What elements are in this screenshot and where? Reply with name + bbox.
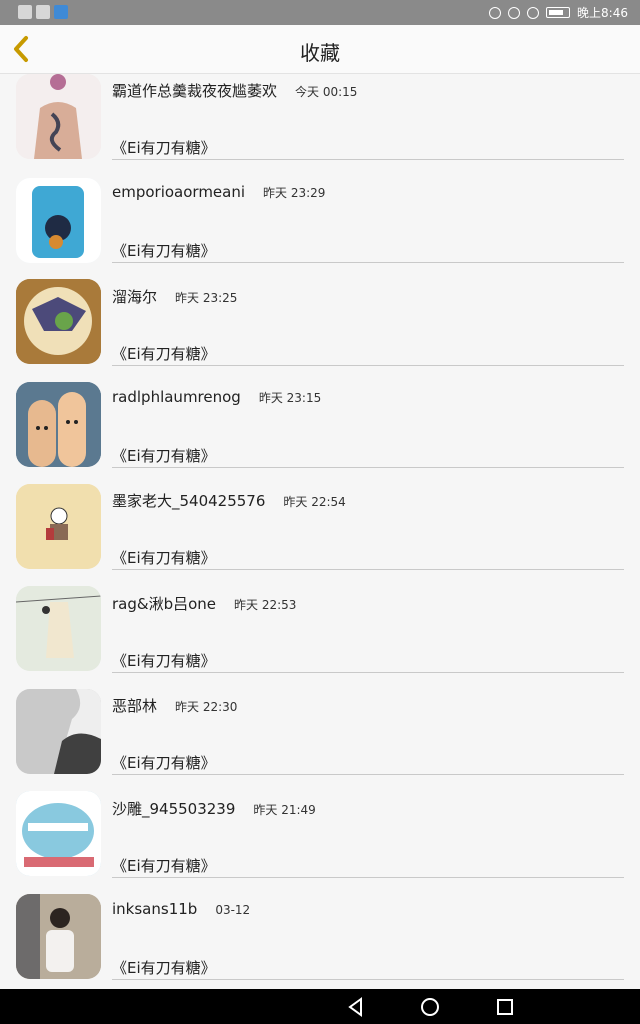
item-meta: rag&湫b吕one 昨天 22:53 <box>112 593 296 615</box>
favorites-list: 霸道作总羹裁夜夜尴萎欢 今天 00:15 《Ei有刀有糖》 emporioaor… <box>0 73 640 989</box>
battery-icon <box>546 7 571 18</box>
avatar[interactable] <box>16 586 101 671</box>
list-item[interactable]: emporioaormeani 昨天 23:29 《Ei有刀有糖》 <box>0 176 640 278</box>
avatar-image <box>16 484 101 569</box>
list-item[interactable]: 恶部林 昨天 22:30 《Ei有刀有糖》 <box>0 688 640 790</box>
system-nav-bar <box>0 989 640 1024</box>
item-meta: radlphlaumrenog 昨天 23:15 <box>112 388 321 410</box>
item-name[interactable]: 霸道作总羹裁夜夜尴萎欢 <box>112 80 277 101</box>
page-title: 收藏 <box>300 41 340 65</box>
item-time: 昨天 22:30 <box>175 700 238 714</box>
avatar[interactable] <box>16 791 101 876</box>
location-icon <box>508 6 521 19</box>
row-divider <box>112 262 624 263</box>
item-meta: 恶部林 昨天 22:30 <box>112 695 237 717</box>
item-meta: 沙雕_945503239 昨天 21:49 <box>112 798 316 820</box>
item-subtitle[interactable]: 《Ei有刀有糖》 <box>112 137 216 158</box>
item-name[interactable]: rag&湫b吕one <box>112 593 216 614</box>
item-time: 昨天 23:15 <box>258 391 322 405</box>
row-divider <box>112 159 624 160</box>
list-item[interactable]: radlphlaumrenog 昨天 23:15 《Ei有刀有糖》 <box>0 381 640 483</box>
mute-icon <box>527 6 540 19</box>
avatar[interactable] <box>16 894 101 979</box>
item-time: 昨天 21:49 <box>253 803 316 817</box>
item-subtitle[interactable]: 《Ei有刀有糖》 <box>112 445 216 466</box>
item-meta: inksans11b 03-12 <box>112 900 250 922</box>
list-item[interactable]: 溜海尔 昨天 23:25 《Ei有刀有糖》 <box>0 279 640 381</box>
avatar[interactable] <box>16 382 101 467</box>
status-time: 晚上8:46 <box>577 6 628 20</box>
row-divider <box>112 979 624 980</box>
avatar-image <box>16 791 101 876</box>
item-time: 03-12 <box>215 903 251 917</box>
avatar-image <box>16 74 101 159</box>
row-divider <box>112 672 624 673</box>
list-item[interactable]: 沙雕_945503239 昨天 21:49 《Ei有刀有糖》 <box>0 791 640 893</box>
status-left-icons <box>18 5 68 19</box>
item-meta: 霸道作总羹裁夜夜尴萎欢 今天 00:15 <box>112 80 357 102</box>
item-meta: 溜海尔 昨天 23:25 <box>112 286 237 308</box>
item-name[interactable]: 沙雕_945503239 <box>112 798 235 819</box>
row-divider <box>112 569 624 570</box>
triangle-back-icon[interactable] <box>344 995 368 1019</box>
item-name[interactable]: 溜海尔 <box>112 286 157 307</box>
row-divider <box>112 877 624 878</box>
item-subtitle[interactable]: 《Ei有刀有糖》 <box>112 957 216 978</box>
list-item[interactable]: rag&湫b吕one 昨天 22:53 《Ei有刀有糖》 <box>0 586 640 688</box>
item-subtitle[interactable]: 《Ei有刀有糖》 <box>112 855 216 876</box>
row-divider <box>112 774 624 775</box>
status-bar: 晚上8:46 <box>0 0 640 25</box>
avatar-image <box>16 279 101 364</box>
notification-icon <box>36 5 50 19</box>
row-divider <box>112 467 624 468</box>
item-name[interactable]: radlphlaumrenog <box>112 388 241 406</box>
avatar-image <box>16 689 101 774</box>
item-time: 昨天 23:29 <box>263 186 326 200</box>
item-time: 昨天 22:53 <box>234 598 297 612</box>
top-bar: 收藏 <box>0 25 640 74</box>
item-time: 昨天 23:25 <box>175 291 238 305</box>
square-recents-icon[interactable] <box>493 995 517 1019</box>
item-subtitle[interactable]: 《Ei有刀有糖》 <box>112 343 216 364</box>
avatar[interactable] <box>16 279 101 364</box>
list-item[interactable]: 霸道作总羹裁夜夜尴萎欢 今天 00:15 《Ei有刀有糖》 <box>0 73 640 175</box>
avatar[interactable] <box>16 74 101 159</box>
status-right-icons: 晚上8:46 <box>489 4 628 21</box>
item-subtitle[interactable]: 《Ei有刀有糖》 <box>112 752 216 773</box>
item-meta: 墨家老大_540425576 昨天 22:54 <box>112 490 346 512</box>
list-item[interactable]: 墨家老大_540425576 昨天 22:54 《Ei有刀有糖》 <box>0 483 640 585</box>
avatar-image <box>16 178 101 263</box>
app-icon <box>54 5 68 19</box>
item-time: 昨天 22:54 <box>283 495 346 509</box>
item-subtitle[interactable]: 《Ei有刀有糖》 <box>112 650 216 671</box>
item-name[interactable]: 恶部林 <box>112 695 157 716</box>
avatar[interactable] <box>16 484 101 569</box>
item-subtitle[interactable]: 《Ei有刀有糖》 <box>112 547 216 568</box>
eye-icon <box>489 6 502 19</box>
wifi-icon <box>18 5 32 19</box>
row-divider <box>112 365 624 366</box>
item-time: 今天 00:15 <box>295 85 358 99</box>
item-meta: emporioaormeani 昨天 23:29 <box>112 183 325 205</box>
circle-home-icon[interactable] <box>418 995 442 1019</box>
avatar-image <box>16 894 101 979</box>
item-name[interactable]: inksans11b <box>112 900 197 918</box>
avatar-image <box>16 382 101 467</box>
item-subtitle[interactable]: 《Ei有刀有糖》 <box>112 240 216 261</box>
item-name[interactable]: 墨家老大_540425576 <box>112 490 265 511</box>
list-item[interactable]: inksans11b 03-12 《Ei有刀有糖》 <box>0 893 640 989</box>
item-name[interactable]: emporioaormeani <box>112 183 245 201</box>
avatar[interactable] <box>16 689 101 774</box>
avatar[interactable] <box>16 178 101 263</box>
avatar-image <box>16 586 101 671</box>
